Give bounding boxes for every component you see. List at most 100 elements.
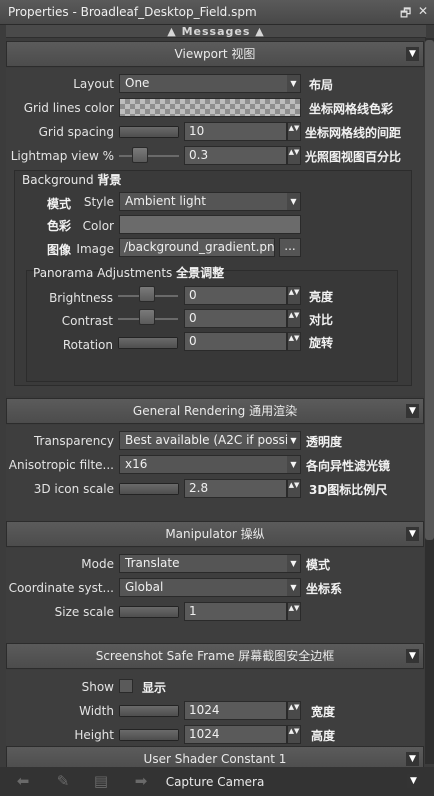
section-manipulator-title: Manipulator 操纵 bbox=[165, 527, 265, 541]
icon-scale-slider[interactable] bbox=[119, 483, 179, 495]
color-label: Color bbox=[82, 219, 114, 233]
height-spinner[interactable]: ▲▼ bbox=[287, 725, 301, 744]
contrast-label: Contrast bbox=[61, 314, 113, 328]
close-icon[interactable]: ✕ bbox=[418, 4, 428, 18]
size-scale-input[interactable]: 1 bbox=[184, 602, 287, 621]
chevron-down-icon: ▼ bbox=[287, 555, 300, 572]
restore-icon[interactable]: 🗗 bbox=[400, 4, 411, 25]
grid-lines-color-cn-label: 坐标网格线色彩 bbox=[309, 102, 394, 116]
icon-scale-input[interactable]: 2.8 bbox=[184, 479, 287, 498]
width-label: Width bbox=[79, 704, 114, 718]
collapse-triangle-icon[interactable]: ▼ bbox=[406, 649, 419, 663]
section-safe-frame-title: Screenshot Safe Frame 屏幕截图安全边框 bbox=[95, 649, 335, 663]
show-checkbox[interactable] bbox=[119, 679, 133, 693]
chevron-down-icon: ▼ bbox=[287, 193, 300, 210]
messages-bar[interactable]: ▲ Messages ▲ bbox=[6, 25, 426, 38]
style-label: Style bbox=[83, 195, 114, 209]
transparency-label: Transparency bbox=[33, 434, 114, 448]
background-group-title: Background 背景 bbox=[22, 173, 122, 187]
height-slider[interactable] bbox=[119, 729, 179, 741]
height-cn-label: 高度 bbox=[311, 729, 336, 743]
rotation-spinner[interactable]: ▲▼ bbox=[287, 332, 301, 351]
background-image-input[interactable]: /background_gradient.png bbox=[119, 238, 275, 257]
rotation-label: Rotation bbox=[62, 338, 113, 352]
grid-lines-color-swatch[interactable] bbox=[119, 98, 301, 117]
coordinate-system-cn-label: 坐标系 bbox=[306, 582, 343, 596]
grid-spacing-label: Grid spacing bbox=[38, 125, 114, 139]
brightness-input[interactable]: 0 bbox=[184, 286, 287, 305]
lightmap-slider-thumb[interactable] bbox=[132, 147, 148, 163]
size-scale-spinner[interactable]: ▲▼ bbox=[287, 602, 301, 621]
transparency-cn-label: 透明度 bbox=[306, 435, 343, 449]
rotation-input[interactable]: 0 bbox=[184, 332, 287, 351]
transparency-value: Best available (A2C if possibl bbox=[125, 433, 300, 447]
background-style-value: Ambient light bbox=[125, 194, 206, 208]
layout-cn-label: 布局 bbox=[309, 78, 334, 92]
background-color-swatch[interactable] bbox=[119, 215, 301, 234]
section-general-rendering[interactable]: General Rendering 通用渲染 ▼ bbox=[6, 398, 424, 424]
brightness-spinner[interactable]: ▲▼ bbox=[287, 286, 301, 305]
chevron-down-icon: ▼ bbox=[287, 579, 300, 596]
contrast-input[interactable]: 0 bbox=[184, 309, 287, 328]
window-title: Properties - Broadleaf_Desktop_Field.spm bbox=[8, 5, 257, 19]
chevron-down-icon: ▼ bbox=[287, 456, 300, 473]
browse-image-button[interactable]: ... bbox=[279, 238, 301, 257]
icon-scale-spinner[interactable]: ▲▼ bbox=[287, 479, 301, 498]
collapse-triangle-icon[interactable]: ▼ bbox=[406, 404, 419, 418]
anisotropic-label: Anisotropic filte... bbox=[8, 458, 114, 472]
icon-scale-label: 3D icon scale bbox=[33, 482, 114, 496]
lightmap-slider-track[interactable] bbox=[119, 155, 179, 157]
section-manipulator[interactable]: Manipulator 操纵 ▼ bbox=[6, 521, 424, 547]
collapse-triangle-icon[interactable]: ▼ bbox=[406, 527, 419, 541]
size-scale-slider[interactable] bbox=[119, 606, 179, 618]
show-label: Show bbox=[81, 680, 114, 694]
section-viewport-title: Viewport 视图 bbox=[174, 47, 256, 61]
section-capture-camera[interactable]: Capture Camera ▼ bbox=[6, 770, 424, 794]
lightmap-view-cn-label: 光照图视图百分比 bbox=[305, 150, 402, 164]
grid-spacing-spinner[interactable]: ▲▼ bbox=[287, 122, 301, 141]
grid-spacing-slider[interactable] bbox=[119, 126, 179, 138]
mode-dropdown[interactable]: Translate ▼ bbox=[119, 554, 301, 573]
contrast-spinner[interactable]: ▲▼ bbox=[287, 309, 301, 328]
width-input[interactable]: 1024 bbox=[184, 701, 287, 720]
mode-label: Mode bbox=[81, 557, 114, 571]
style-cn-label: 模式 bbox=[47, 197, 72, 211]
brightness-slider-thumb[interactable] bbox=[139, 286, 155, 302]
image-label: Image bbox=[76, 242, 114, 256]
width-cn-label: 宽度 bbox=[311, 705, 336, 719]
collapse-triangle-icon[interactable]: ▼ bbox=[406, 752, 419, 766]
chevron-down-icon: ▼ bbox=[287, 75, 300, 92]
mode-value: Translate bbox=[125, 556, 180, 570]
layout-dropdown[interactable]: One ▼ bbox=[119, 74, 301, 93]
section-viewport[interactable]: Viewport 视图 ▼ bbox=[6, 41, 424, 67]
section-safe-frame[interactable]: Screenshot Safe Frame 屏幕截图安全边框 ▼ bbox=[6, 643, 424, 669]
height-input[interactable]: 1024 bbox=[184, 725, 287, 744]
contrast-cn-label: 对比 bbox=[309, 313, 334, 327]
window-title-bar[interactable]: Properties - Broadleaf_Desktop_Field.spm… bbox=[0, 0, 434, 25]
transparency-dropdown[interactable]: Best available (A2C if possibl ▼ bbox=[119, 431, 301, 450]
grid-lines-color-label: Grid lines color bbox=[23, 101, 114, 115]
brightness-cn-label: 亮度 bbox=[309, 290, 334, 304]
brightness-label: Brightness bbox=[49, 291, 113, 305]
size-scale-label: Size scale bbox=[54, 605, 114, 619]
anisotropic-value: x16 bbox=[125, 457, 148, 471]
grid-spacing-cn-label: 坐标网格线的间距 bbox=[305, 126, 402, 140]
section-user-shader-title: User Shader Constant 1 bbox=[143, 752, 287, 766]
section-capture-camera-title: Capture Camera bbox=[165, 775, 265, 789]
background-style-dropdown[interactable]: Ambient light ▼ bbox=[119, 192, 301, 211]
anisotropic-dropdown[interactable]: x16 ▼ bbox=[119, 455, 301, 474]
collapse-triangle-icon[interactable]: ▼ bbox=[406, 47, 419, 61]
scrollbar-thumb[interactable] bbox=[425, 40, 434, 540]
coordinate-system-dropdown[interactable]: Global ▼ bbox=[119, 578, 301, 597]
lightmap-view-spinner[interactable]: ▲▼ bbox=[287, 146, 301, 165]
coordinate-system-label: Coordinate syst... bbox=[8, 581, 114, 595]
lightmap-view-input[interactable]: 0.3 bbox=[184, 146, 287, 165]
width-spinner[interactable]: ▲▼ bbox=[287, 701, 301, 720]
grid-spacing-input[interactable]: 10 bbox=[184, 122, 287, 141]
rotation-slider[interactable] bbox=[118, 337, 178, 349]
collapse-triangle-icon[interactable]: ▼ bbox=[407, 774, 420, 788]
width-slider[interactable] bbox=[119, 705, 179, 717]
contrast-slider-thumb[interactable] bbox=[139, 309, 155, 325]
panorama-group-title: Panorama Adjustments 全景调整 bbox=[33, 266, 225, 280]
coordinate-system-value: Global bbox=[125, 580, 164, 594]
